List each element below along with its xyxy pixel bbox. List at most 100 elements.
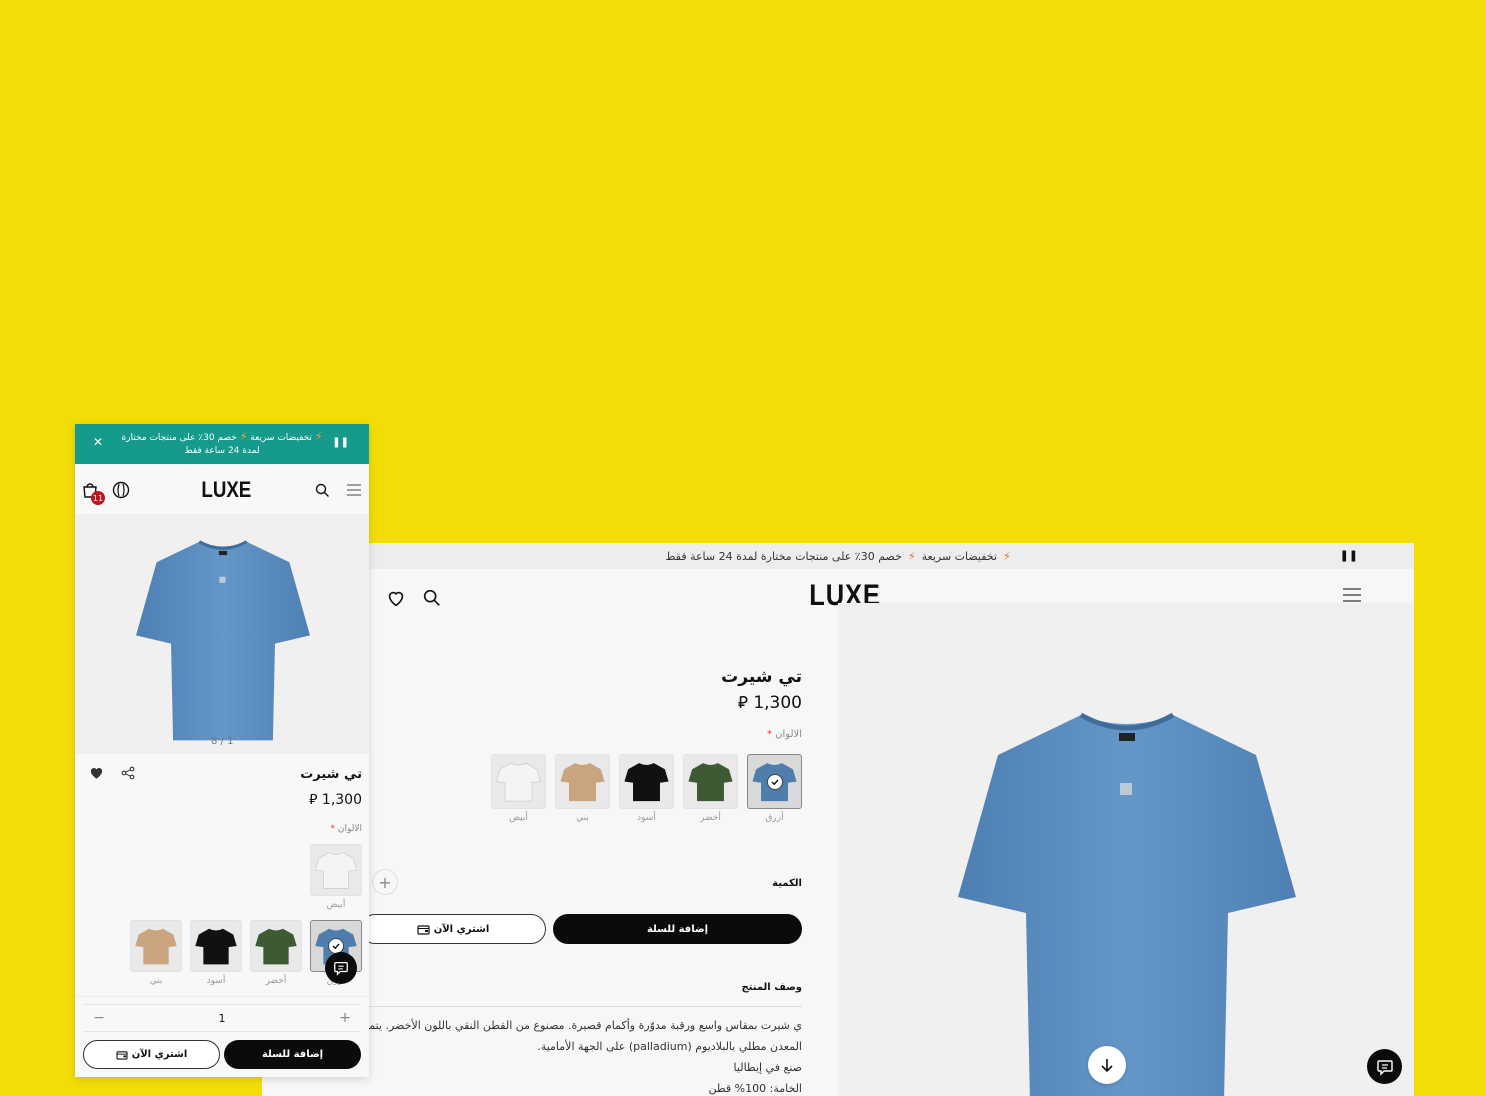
search-icon[interactable] — [314, 482, 330, 498]
riyal-icon: ⃁ — [737, 693, 748, 713]
close-icon[interactable]: ✕ — [93, 436, 103, 449]
price-value: 1,300 — [321, 792, 362, 808]
pause-icon[interactable]: ❚❚ — [1340, 549, 1358, 562]
price-value: 1,300 — [753, 693, 802, 713]
promo-line: لمدة 24 ساعة فقط — [184, 446, 260, 456]
description-line: ي شيرت بمقاس واسع ورقبة مدوّرة وأكمام قص… — [320, 1019, 802, 1032]
color-swatch[interactable]: أبيض — [491, 754, 546, 823]
color-swatch-image[interactable] — [491, 754, 546, 809]
carousel-pager: 8 / 1 — [211, 736, 234, 747]
product-image-carousel[interactable] — [75, 514, 369, 754]
heart-icon[interactable] — [89, 766, 104, 780]
color-swatch-image[interactable] — [747, 754, 802, 809]
product-price: 1,300 ⃁ — [309, 790, 362, 808]
color-swatch[interactable]: أسود — [619, 754, 674, 823]
brand-logo[interactable]: LUXE — [201, 477, 251, 503]
description-line: صنع في إيطاليا — [733, 1061, 802, 1074]
color-swatch[interactable]: أبيض — [310, 844, 362, 910]
color-swatch[interactable]: بني — [555, 754, 610, 823]
share-icon[interactable] — [121, 766, 135, 780]
bolt-icon: ⚡ — [907, 549, 916, 563]
scroll-down-button[interactable] — [1088, 1046, 1126, 1084]
tshirt-thumbnail — [195, 928, 237, 965]
color-swatch-image[interactable] — [130, 920, 182, 972]
color-swatch-label: أزرق — [765, 813, 784, 823]
language-globe-icon[interactable] — [112, 481, 130, 499]
arrow-down-icon — [1101, 1059, 1113, 1073]
mobile-window: ⚡ تخفيضات سريعة ⚡ خصم 30٪ على منتجات مخت… — [75, 424, 369, 1077]
chat-icon — [334, 962, 348, 976]
color-swatch-image[interactable] — [310, 844, 362, 896]
search-icon[interactable] — [421, 587, 443, 609]
menu-icon[interactable] — [1342, 587, 1362, 603]
color-swatch-label: أخضر — [700, 813, 721, 823]
buy-now-button[interactable]: اشتري الآن — [83, 1040, 220, 1069]
tshirt-image — [136, 540, 310, 741]
color-swatch-image[interactable] — [190, 920, 242, 972]
color-swatch-label: بني — [576, 813, 589, 823]
bolt-icon: ⚡ — [314, 430, 323, 443]
quantity-value[interactable]: 1 — [207, 1012, 237, 1025]
quantity-decrease-button[interactable]: − — [84, 1010, 114, 1026]
color-swatch-image[interactable] — [555, 754, 610, 809]
chat-button[interactable] — [1367, 1049, 1402, 1084]
quantity-stepper: − 1 + — [84, 1004, 360, 1032]
color-swatch-label: أخضر — [265, 976, 287, 986]
add-to-cart-button[interactable]: إضافة للسلة — [553, 914, 802, 944]
product-title: تي شيرت — [721, 667, 802, 687]
tshirt-thumbnail — [560, 763, 605, 802]
bolt-icon: ⚡ — [1002, 549, 1011, 563]
buy-now-button[interactable]: اشتري الآن — [360, 914, 546, 944]
color-swatch-image[interactable] — [619, 754, 674, 809]
color-swatch[interactable]: بني — [130, 920, 182, 986]
product-price: 1,300 ⃁ — [738, 691, 802, 713]
color-swatch[interactable]: أزرق — [747, 754, 802, 823]
desktop-window: ⚡ تخفيضات سريعة ⚡ خصم 30٪ على منتجات مخت… — [262, 543, 1414, 1096]
tshirt-thumbnail — [624, 763, 669, 802]
promo-line: ⚡ تخفيضات سريعة ⚡ خصم 30٪ على منتجات مخت… — [121, 430, 323, 443]
color-swatch[interactable]: أسود — [190, 920, 242, 986]
quantity-label: الكمية — [772, 878, 802, 889]
promo-bar: ⚡ تخفيضات سريعة ⚡ خصم 30٪ على منتجات مخت… — [262, 543, 1414, 569]
product-title: تي شيرت — [300, 767, 362, 782]
add-to-cart-button[interactable]: إضافة للسلة — [224, 1040, 361, 1069]
color-swatch-image[interactable] — [250, 920, 302, 972]
tshirt-thumbnail — [495, 762, 542, 802]
tshirt-thumbnail — [255, 928, 297, 965]
bolt-icon: ⚡ — [239, 430, 248, 443]
riyal-icon: ⃁ — [309, 792, 318, 808]
chat-button[interactable] — [325, 952, 357, 984]
heart-icon[interactable] — [385, 587, 407, 609]
promo-bar: ⚡ تخفيضات سريعة ⚡ خصم 30٪ على منتجات مخت… — [75, 424, 369, 464]
colors-label: الالوان * — [766, 729, 802, 740]
color-swatch[interactable]: أخضر — [683, 754, 738, 823]
color-swatch-image[interactable] — [683, 754, 738, 809]
pause-icon[interactable]: ❚❚ — [332, 436, 349, 449]
color-swatch-label: بني — [149, 976, 163, 986]
cart-count-badge: 11 — [91, 491, 105, 505]
promo-flash-label: تخفيضات سريعة — [921, 549, 997, 563]
colors-label: الالوان * — [330, 824, 362, 834]
description-label: وصف المنتج — [741, 982, 802, 993]
chat-icon — [1376, 1059, 1393, 1076]
product-image[interactable] — [838, 603, 1414, 1096]
color-swatch-label: أبيض — [509, 813, 528, 823]
description-line: المعدن مطلي بالبلاديوم (palladium) على ا… — [537, 1040, 802, 1053]
wallet-icon — [116, 1050, 128, 1060]
tshirt-image — [958, 712, 1296, 1096]
color-swatch-label: أبيض — [326, 900, 346, 910]
wallet-icon — [417, 924, 430, 935]
quantity-increase-button[interactable]: + — [372, 869, 398, 895]
color-swatch-label: أسود — [206, 976, 226, 986]
promo-offer-text: خصم 30٪ على منتجات مختارة لمدة 24 ساعة ف… — [665, 549, 902, 563]
tshirt-thumbnail — [688, 763, 733, 802]
quantity-increase-button[interactable]: + — [330, 1010, 360, 1026]
menu-icon[interactable] — [346, 483, 362, 497]
description-line: الخامة: 100% قطن — [708, 1082, 802, 1095]
color-swatch-label: أسود — [637, 813, 656, 823]
color-swatch[interactable]: أخضر — [250, 920, 302, 986]
tshirt-thumbnail — [314, 852, 358, 889]
divider — [75, 996, 369, 997]
color-swatches: أزرق أخضر أسود بني أبيض — [491, 754, 802, 823]
check-icon — [766, 773, 783, 790]
